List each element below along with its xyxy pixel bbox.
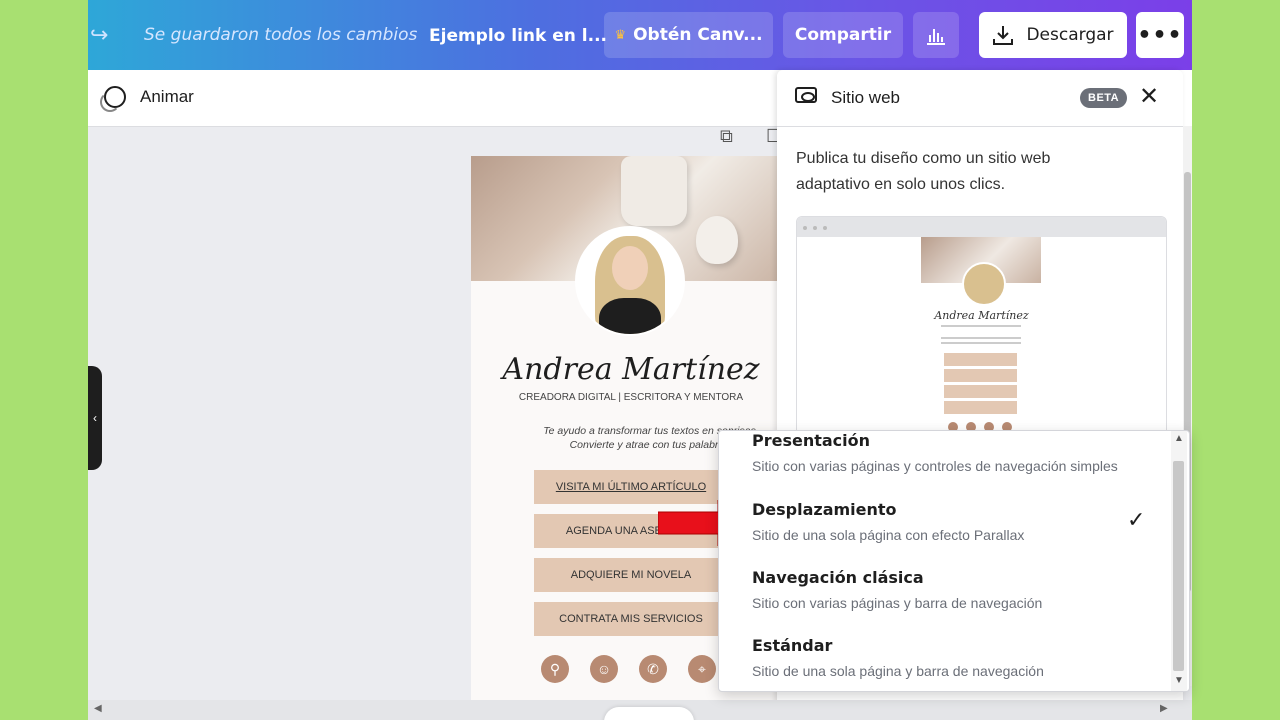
phone-icon[interactable]: ✆: [639, 655, 667, 683]
horizontal-scrollbar[interactable]: ◀ ▶: [88, 700, 1192, 720]
user-icon[interactable]: ☺: [590, 655, 618, 683]
download-label: Descargar: [1026, 25, 1114, 45]
option-classic-navigation[interactable]: Navegación clásica Sitio con varias pági…: [752, 568, 1172, 611]
preview-bio-line: [941, 342, 1021, 344]
panel-header: Sitio web BETA ✕: [777, 70, 1183, 127]
preview-button: [944, 385, 1017, 398]
link-button-novel[interactable]: ADQUIERE MI NOVELA: [534, 558, 728, 592]
panel-description: Publica tu diseño como un sitio web adap…: [796, 150, 1051, 193]
mug-image: [621, 156, 687, 226]
profile-photo: [577, 228, 683, 334]
get-canva-pro-button[interactable]: ♛ Obtén Canv...: [604, 12, 773, 58]
option-title: Presentación: [752, 431, 871, 450]
option-subtitle: Sitio de una sola página y barra de nave…: [752, 663, 1044, 679]
crown-icon: ♛: [614, 27, 627, 43]
side-panel-toggle[interactable]: ‹: [88, 366, 102, 470]
animate-label: Animar: [140, 87, 194, 106]
search-icon[interactable]: ⚲: [541, 655, 569, 683]
panel-title: Sitio web: [831, 88, 900, 107]
option-title: Estándar: [752, 636, 833, 655]
top-bar: ↪ Se guardaron todos los cambios Ejemplo…: [88, 0, 1192, 70]
link-button-label: ADQUIERE MI NOVELA: [570, 569, 692, 581]
preview-role-line: [941, 325, 1021, 327]
save-status: Se guardaron todos los cambios: [144, 25, 418, 45]
beta-badge: BETA: [1080, 88, 1128, 108]
option-presentation[interactable]: Presentación Sitio con varias páginas y …: [752, 431, 1172, 474]
scroll-up-icon[interactable]: ▲: [1174, 433, 1184, 444]
option-title: Navegación clásica: [752, 568, 924, 587]
option-subtitle: Sitio de una sola página con efecto Para…: [752, 527, 1025, 543]
share-label: Compartir: [794, 25, 892, 45]
more-options-button[interactable]: •••: [1136, 12, 1184, 58]
download-icon: [993, 26, 1014, 45]
option-scrolling[interactable]: Desplazamiento Sitio de una sola página …: [752, 500, 1172, 543]
page-toggle[interactable]: [604, 707, 694, 720]
preview-button: [944, 369, 1017, 382]
preview-name: Andrea Martínez: [934, 309, 1029, 322]
animate-icon: [100, 86, 126, 112]
preview-button: [944, 353, 1017, 366]
link-button-label: VISITA MI ÚLTIMO ARTÍCULO: [555, 481, 707, 493]
duplicate-page-icon[interactable]: ⧉: [720, 126, 733, 146]
more-dots-icon: •••: [1137, 22, 1183, 48]
website-preview: Andrea Martínez: [796, 216, 1167, 444]
checkmark-icon: ✓: [1127, 507, 1146, 532]
website-icon: [795, 87, 817, 103]
profile-name: Andrea Martínez: [502, 352, 760, 387]
scroll-left-icon[interactable]: ◀: [94, 703, 102, 714]
preview-button: [944, 401, 1017, 414]
option-subtitle: Sitio con varias páginas y barra de nave…: [752, 595, 1043, 611]
preview-avatar: [962, 262, 1006, 306]
website-style-dropdown: Presentación Sitio con varias páginas y …: [718, 430, 1190, 692]
scroll-right-icon[interactable]: ▶: [1160, 703, 1168, 714]
get-canva-pro-label: Obtén Canv...: [633, 25, 763, 45]
page-actions: ⧉ ☐: [720, 126, 782, 147]
download-button[interactable]: Descargar: [979, 12, 1127, 58]
option-subtitle: Sitio con varias páginas y controles de …: [752, 458, 1118, 474]
insights-button[interactable]: [913, 12, 959, 58]
share-button[interactable]: Compartir: [783, 12, 903, 58]
link-button-article[interactable]: VISITA MI ÚLTIMO ARTÍCULO: [534, 470, 728, 504]
profile-role: CREADORA DIGITAL | ESCRITORA Y MENTORA: [518, 392, 744, 403]
option-standard[interactable]: Estándar Sitio de una sola página y barr…: [752, 636, 1172, 679]
dropdown-scrollbar[interactable]: ▲ ▼: [1171, 431, 1187, 691]
close-icon[interactable]: ✕: [1139, 82, 1159, 111]
link-button-services[interactable]: CONTRATA MIS SERVICIOS: [534, 602, 728, 636]
browser-bar: [797, 217, 1166, 237]
bar-chart-icon: [927, 29, 945, 45]
link-button-label: CONTRATA MIS SERVICIOS: [559, 613, 703, 625]
location-pin-icon[interactable]: ⌖: [688, 655, 716, 683]
animate-button[interactable]: Animar: [100, 86, 194, 112]
redo-icon[interactable]: ↪: [90, 22, 108, 48]
vase-image: [696, 216, 738, 264]
document-title[interactable]: Ejemplo link en l...: [429, 26, 607, 46]
preview-bio-line: [941, 337, 1021, 339]
option-title: Desplazamiento: [752, 500, 897, 519]
scroll-down-icon[interactable]: ▼: [1174, 675, 1184, 686]
